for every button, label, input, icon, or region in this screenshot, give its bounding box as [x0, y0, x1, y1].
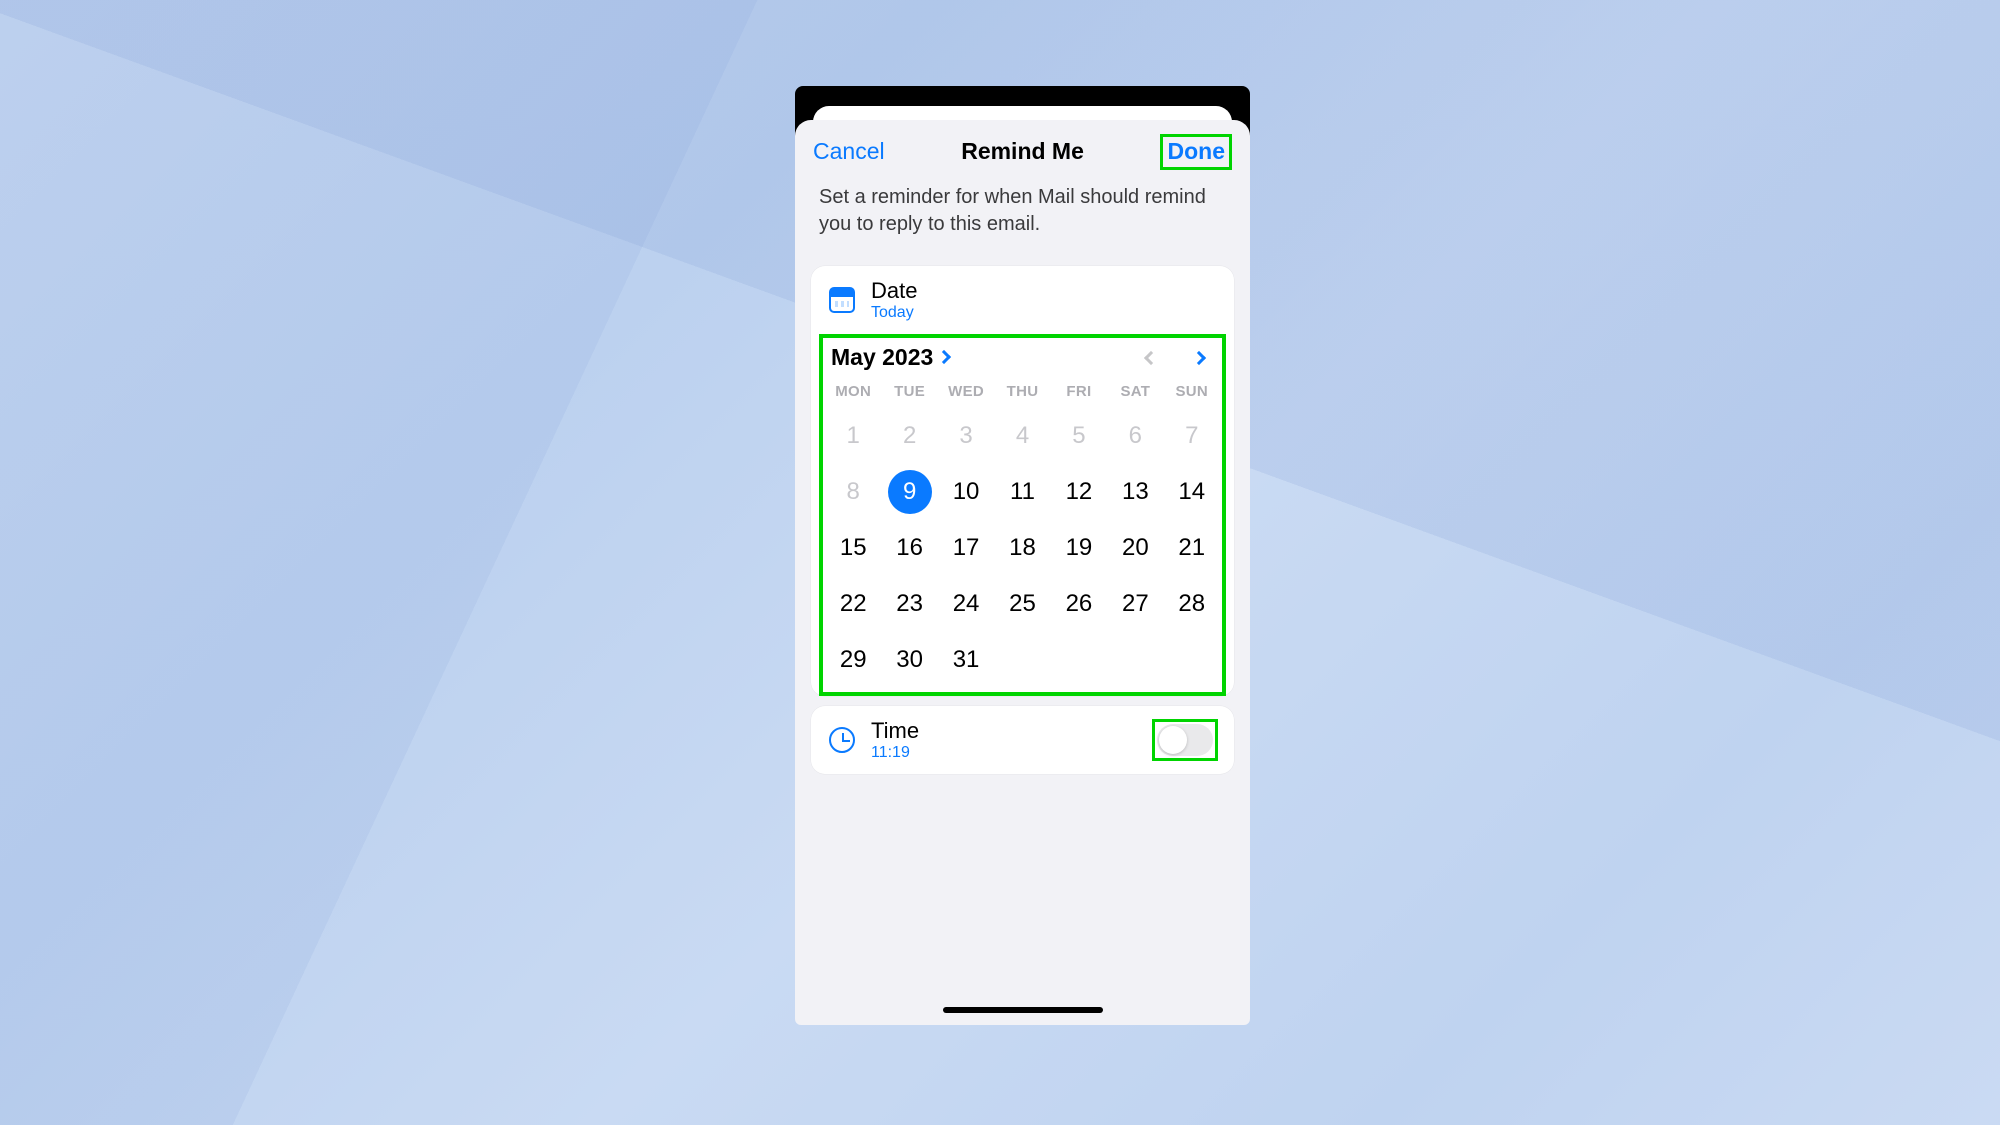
calendar-day[interactable]: 18: [994, 520, 1050, 576]
calendar-day[interactable]: 3: [938, 408, 994, 464]
calendar-highlight: May 2023 MONTUEWEDTHUFRISATSUN1234567891…: [819, 334, 1226, 696]
calendar-day[interactable]: 7: [1164, 408, 1220, 464]
calendar-day[interactable]: 8: [825, 464, 881, 520]
time-row[interactable]: Time 11:19: [811, 706, 1234, 774]
calendar-day[interactable]: 5: [1051, 408, 1107, 464]
time-card: Time 11:19: [811, 706, 1234, 774]
calendar-day[interactable]: 6: [1107, 408, 1163, 464]
time-toggle-highlight: [1152, 719, 1218, 761]
calendar-day[interactable]: 14: [1164, 464, 1220, 520]
calendar-day[interactable]: 31: [938, 632, 994, 688]
calendar-day[interactable]: 2: [881, 408, 937, 464]
done-button[interactable]: Done: [1167, 138, 1225, 164]
date-label: Date: [871, 278, 1218, 304]
weekday-header: SUN: [1164, 379, 1220, 408]
sheet-description: Set a reminder for when Mail should remi…: [795, 180, 1250, 258]
clock-icon: [827, 725, 857, 755]
calendar-day[interactable]: 17: [938, 520, 994, 576]
time-label: Time: [871, 718, 1138, 744]
sheet-title: Remind Me: [961, 138, 1084, 165]
calendar-day[interactable]: 1: [825, 408, 881, 464]
weekday-header: WED: [938, 379, 994, 408]
calendar-day[interactable]: 25: [994, 576, 1050, 632]
prev-month-button[interactable]: [1136, 346, 1166, 369]
calendar-day[interactable]: 9: [881, 464, 937, 520]
calendar-grid: MONTUEWEDTHUFRISATSUN1234567891011121314…: [825, 379, 1220, 688]
calendar-day[interactable]: 15: [825, 520, 881, 576]
time-value: 11:19: [871, 744, 1138, 762]
home-indicator[interactable]: [943, 1007, 1103, 1013]
calendar-day[interactable]: 30: [881, 632, 937, 688]
chevron-left-icon: [1144, 351, 1158, 365]
calendar-icon: [827, 285, 857, 315]
next-month-button[interactable]: [1184, 346, 1214, 369]
chevron-right-icon: [937, 350, 951, 364]
phone-frame: Cancel Remind Me Done Set a reminder for…: [795, 86, 1250, 1025]
calendar-day[interactable]: 13: [1107, 464, 1163, 520]
chevron-right-icon: [1192, 351, 1206, 365]
navbar: Cancel Remind Me Done: [795, 120, 1250, 180]
weekday-header: THU: [994, 379, 1050, 408]
calendar-day[interactable]: 10: [938, 464, 994, 520]
remind-me-sheet: Cancel Remind Me Done Set a reminder for…: [795, 120, 1250, 1025]
calendar-day[interactable]: 22: [825, 576, 881, 632]
time-toggle[interactable]: [1157, 724, 1213, 756]
calendar-day[interactable]: 19: [1051, 520, 1107, 576]
date-value: Today: [871, 304, 1218, 322]
calendar-day[interactable]: 16: [881, 520, 937, 576]
calendar-day[interactable]: 23: [881, 576, 937, 632]
calendar-day[interactable]: 4: [994, 408, 1050, 464]
calendar-day[interactable]: 21: [1164, 520, 1220, 576]
calendar-day[interactable]: 12: [1051, 464, 1107, 520]
weekday-header: MON: [825, 379, 881, 408]
month-label: May 2023: [831, 344, 933, 371]
weekday-header: FRI: [1051, 379, 1107, 408]
calendar-day[interactable]: 20: [1107, 520, 1163, 576]
weekday-header: TUE: [881, 379, 937, 408]
date-row[interactable]: Date Today: [811, 266, 1234, 334]
cancel-button[interactable]: Cancel: [813, 138, 885, 165]
weekday-header: SAT: [1107, 379, 1163, 408]
calendar-day[interactable]: 27: [1107, 576, 1163, 632]
calendar-day[interactable]: 29: [825, 632, 881, 688]
calendar-day[interactable]: 26: [1051, 576, 1107, 632]
calendar-day[interactable]: 11: [994, 464, 1050, 520]
calendar-day[interactable]: 24: [938, 576, 994, 632]
done-highlight: Done: [1160, 134, 1232, 170]
calendar-day[interactable]: 28: [1164, 576, 1220, 632]
date-card: Date Today May 2023 MONTUEWEDTHUFRISATSU…: [811, 266, 1234, 696]
month-picker[interactable]: May 2023: [831, 344, 949, 371]
